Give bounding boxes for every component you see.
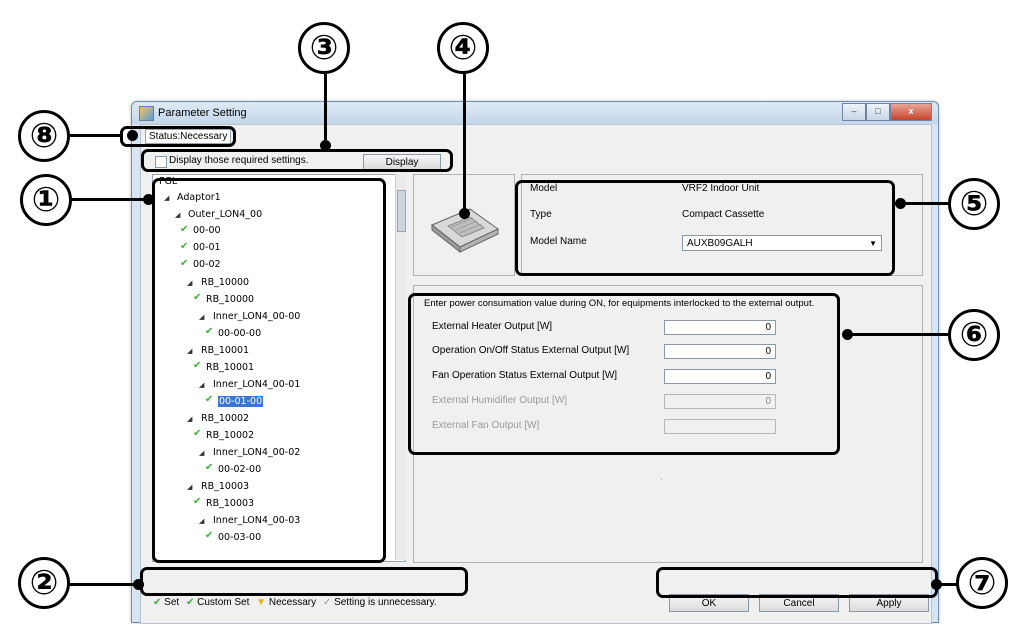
callout-dot-7 xyxy=(931,579,942,590)
legend-set: Set xyxy=(164,597,180,608)
callout-6: ⑥ xyxy=(948,309,1000,361)
callout-2: ② xyxy=(18,557,70,609)
callout-line-6 xyxy=(852,333,950,336)
callout-4: ④ xyxy=(437,22,489,74)
callout-dot-6 xyxy=(842,329,853,340)
title-bar[interactable]: Parameter Setting – □ x xyxy=(132,102,938,124)
unnecessary-icon: ✓ xyxy=(322,597,332,608)
app-icon xyxy=(139,106,154,121)
callout-line-8 xyxy=(69,134,123,137)
callout-3: ③ xyxy=(298,22,350,74)
callout-line-2 xyxy=(69,583,137,586)
callout-5: ⑤ xyxy=(948,178,1000,230)
maximize-button[interactable]: □ xyxy=(866,103,890,121)
callout-dot-5 xyxy=(895,198,906,209)
callout-dot-2 xyxy=(133,579,144,590)
close-button[interactable]: x xyxy=(890,103,932,121)
legend-unnecessary: Setting is unnecessary. xyxy=(334,597,437,608)
custom-set-icon: ✔ xyxy=(185,597,195,608)
window-title: Parameter Setting xyxy=(158,107,247,119)
callout-frame-2 xyxy=(140,567,468,596)
callout-1: ① xyxy=(20,174,72,226)
callout-dot-1 xyxy=(143,194,154,205)
callout-line-4 xyxy=(463,74,466,212)
callout-dot-4 xyxy=(459,208,470,219)
callout-frame-6 xyxy=(408,293,840,455)
legend-custom-set: Custom Set xyxy=(197,597,250,608)
callout-line-1 xyxy=(72,198,148,201)
minimize-button[interactable]: – xyxy=(842,103,866,121)
callout-dot-8 xyxy=(127,130,138,141)
callout-frame-3 xyxy=(141,149,453,172)
necessary-icon: ▼ xyxy=(256,597,267,608)
callout-line-5 xyxy=(906,202,950,205)
callout-frame-1 xyxy=(152,178,386,563)
callout-dot-3 xyxy=(320,140,331,151)
callout-7: ⑦ xyxy=(956,557,1008,609)
status-legend: ✔ Set ✔ Custom Set ▼ Necessary ✓ Setting… xyxy=(153,597,437,608)
panel-footnote: . xyxy=(660,472,663,483)
callout-frame-7 xyxy=(656,567,938,598)
callout-frame-5 xyxy=(515,180,895,276)
legend-necessary: Necessary xyxy=(268,597,317,608)
callout-line-3 xyxy=(324,74,327,140)
set-icon: ✔ xyxy=(153,597,162,608)
tree-scrollbar[interactable] xyxy=(395,174,406,560)
scrollbar-thumb[interactable] xyxy=(397,190,406,232)
callout-8: ⑧ xyxy=(18,110,70,162)
